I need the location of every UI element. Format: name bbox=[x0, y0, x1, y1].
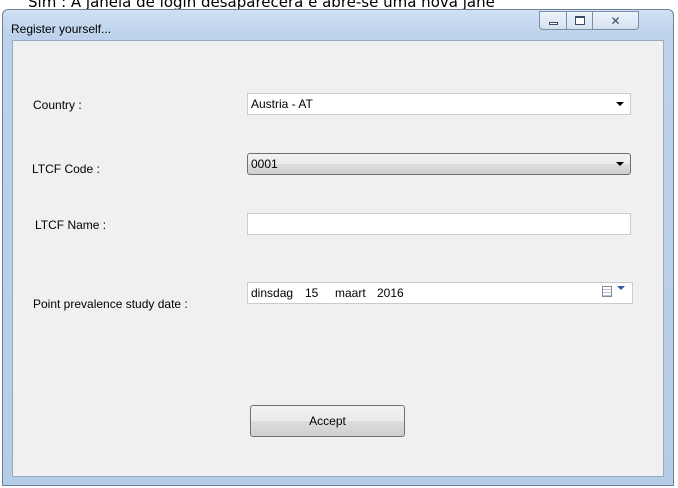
ltcf-name-input[interactable] bbox=[247, 213, 631, 235]
minimize-button[interactable] bbox=[539, 11, 567, 30]
form-panel: Country : Austria - AT LTCF Code : 0001 … bbox=[12, 40, 664, 477]
ppsd-day: 15 bbox=[305, 286, 319, 300]
minimize-icon bbox=[548, 22, 558, 25]
ppsd-label: Point prevalence study date : bbox=[33, 297, 188, 311]
country-dropdown[interactable]: Austria - AT bbox=[247, 93, 631, 115]
chevron-down-icon bbox=[616, 162, 624, 166]
country-value: Austria - AT bbox=[251, 97, 313, 111]
accept-button[interactable]: Accept bbox=[250, 405, 405, 437]
close-button[interactable]: ✕ bbox=[592, 11, 639, 30]
ltcf-name-label: LTCF Name : bbox=[35, 218, 107, 232]
maximize-icon bbox=[574, 16, 585, 25]
ltcf-code-dropdown[interactable]: 0001 bbox=[247, 153, 631, 175]
ppsd-year: 2016 bbox=[377, 286, 404, 300]
register-window: Register yourself... ✕ Country : Austria… bbox=[2, 9, 674, 486]
window-title: Register yourself... bbox=[11, 22, 112, 36]
ltcf-code-label: LTCF Code : bbox=[32, 162, 100, 176]
chevron-down-icon bbox=[616, 102, 624, 106]
ppsd-month: maart bbox=[335, 286, 366, 300]
ltcf-code-value: 0001 bbox=[251, 157, 278, 171]
ppsd-weekday: dinsdag bbox=[251, 286, 294, 300]
ppsd-date-picker[interactable]: dinsdag 15 maart 2016 bbox=[247, 282, 633, 304]
close-icon: ✕ bbox=[610, 13, 621, 28]
maximize-button[interactable] bbox=[566, 11, 593, 30]
chevron-down-icon[interactable] bbox=[617, 286, 625, 290]
country-label: Country : bbox=[33, 98, 82, 112]
calendar-icon[interactable] bbox=[602, 286, 612, 297]
